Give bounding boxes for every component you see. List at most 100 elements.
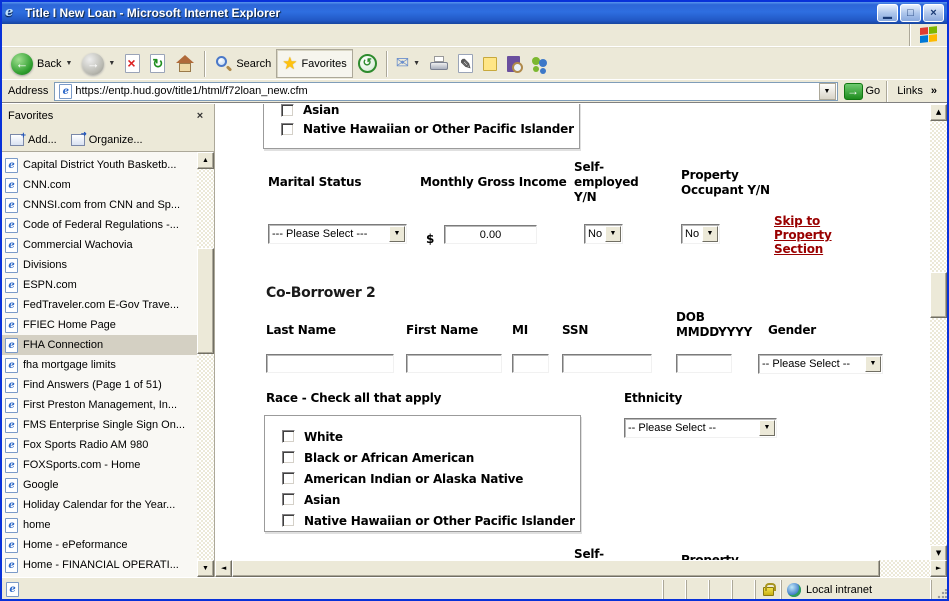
address-url[interactable]: https://entp.hud.gov/title1/html/f72loan…	[75, 85, 818, 97]
favorite-link[interactable]: e First Preston Management, In...	[2, 395, 197, 415]
address-dropdown-icon[interactable]: ▼	[819, 83, 836, 100]
race-checkbox[interactable]	[282, 472, 295, 485]
minimize-button[interactable]: ▁	[877, 4, 898, 22]
race-option-row: Asian	[281, 104, 339, 117]
ssn-input[interactable]	[562, 354, 652, 373]
favorite-link[interactable]: e fha mortgage limits	[2, 355, 197, 375]
race-checkbox[interactable]	[282, 493, 295, 506]
maximize-button[interactable]: □	[900, 4, 921, 22]
messenger-button[interactable]	[525, 49, 555, 78]
last-name-input[interactable]	[266, 354, 394, 373]
select-dropdown-icon[interactable]: ▼	[865, 356, 881, 372]
links-label: Links	[897, 85, 923, 97]
favorite-link[interactable]: e Code of Federal Regulations -...	[2, 215, 197, 235]
favorite-link[interactable]: e FFIEC Home Page	[2, 315, 197, 335]
favorite-link[interactable]: e FMS Enterprise Single Sign On...	[2, 415, 197, 435]
back-dropdown-icon[interactable]: ▼	[65, 60, 72, 67]
menu-item[interactable]	[20, 32, 36, 38]
title-bar[interactable]: e Title I New Loan - Microsoft Internet …	[2, 2, 947, 24]
address-input[interactable]: e https://entp.hud.gov/title1/html/f72lo…	[54, 82, 837, 101]
favorite-label: Fox Sports Radio AM 980	[23, 439, 148, 451]
home-button[interactable]	[170, 49, 200, 78]
race-checkbox[interactable]	[282, 451, 295, 464]
gender-select[interactable]: -- Please Select --▼	[758, 354, 883, 374]
search-button[interactable]: Search	[209, 49, 276, 78]
favorite-link[interactable]: e FedTraveler.com E-Gov Trave...	[2, 295, 197, 315]
race-checkbox[interactable]	[281, 123, 294, 136]
favorite-link[interactable]: e Commercial Wachovia	[2, 235, 197, 255]
favorite-link[interactable]: e FOXSports.com - Home	[2, 455, 197, 475]
research-button[interactable]	[502, 49, 525, 78]
select-dropdown-icon[interactable]: ▼	[759, 420, 775, 436]
refresh-button[interactable]: ↻	[145, 49, 170, 78]
favorite-link[interactable]: e Google	[2, 475, 197, 495]
menu-item[interactable]	[84, 32, 100, 38]
favorites-button[interactable]: ★ Favorites	[276, 49, 353, 78]
favorite-page-icon: e	[5, 358, 18, 373]
history-button[interactable]: ↺	[353, 49, 382, 78]
monthly-income-input[interactable]	[444, 225, 537, 244]
select-dropdown-icon[interactable]: ▼	[702, 226, 718, 242]
favorite-link[interactable]: e Find Answers (Page 1 of 51)	[2, 375, 197, 395]
close-button[interactable]: ×	[923, 4, 944, 22]
self-employed-select[interactable]: No▼	[584, 224, 623, 244]
mi-input[interactable]	[512, 354, 549, 373]
marital-status-select[interactable]: --- Please Select ---▼	[268, 224, 407, 244]
links-toolbar[interactable]: Links »	[886, 81, 945, 102]
resize-grip[interactable]	[932, 580, 947, 599]
favorite-link[interactable]: e CNNSI.com from CNN and Sp...	[2, 195, 197, 215]
ethnicity-select[interactable]: -- Please Select --▼	[624, 418, 777, 438]
favorite-link[interactable]: e Fox Sports Radio AM 980	[2, 435, 197, 455]
favorite-link[interactable]: e CNN.com	[2, 175, 197, 195]
favorites-body: e Capital District Youth Basketb... e CN…	[2, 152, 214, 577]
race-checkbox[interactable]	[282, 514, 295, 527]
favorite-link[interactable]: e ESPN.com	[2, 275, 197, 295]
favorite-link[interactable]: e Home - ePeformance	[2, 535, 197, 555]
favorite-label: Find Answers (Page 1 of 51)	[23, 379, 162, 391]
scroll-left-icon[interactable]: ◄	[215, 560, 232, 577]
content-scrollbar-thumb[interactable]	[930, 272, 947, 318]
favorites-close-icon[interactable]: ×	[192, 109, 208, 124]
forward-dropdown-icon[interactable]: ▼	[108, 60, 115, 67]
chevron-icon[interactable]: »	[931, 85, 937, 97]
mail-dropdown-icon[interactable]: ▼	[413, 60, 420, 67]
skip-to-property-link[interactable]: Skip to Property Section	[774, 214, 836, 256]
menu-item[interactable]	[4, 32, 20, 38]
scroll-down-icon[interactable]: ▼	[197, 560, 214, 577]
print-button[interactable]	[425, 49, 453, 78]
content-vertical-scrollbar[interactable]: ▲ ▼	[930, 104, 947, 562]
first-name-input[interactable]	[406, 354, 502, 373]
race-checkbox[interactable]	[281, 104, 294, 117]
menu-item[interactable]	[68, 32, 84, 38]
content-horizontal-scrollbar[interactable]: ◄ ►	[215, 560, 947, 577]
add-favorite-button[interactable]: Add...	[10, 134, 57, 146]
stop-button[interactable]: ×	[120, 49, 145, 78]
favorites-scrollbar-thumb[interactable]	[197, 248, 214, 354]
favorites-scrollbar[interactable]: ▲ ▼	[197, 152, 214, 577]
forward-button[interactable]: → ▼	[77, 49, 120, 78]
scroll-up-icon[interactable]: ▲	[930, 104, 947, 121]
select-dropdown-icon[interactable]: ▼	[389, 226, 405, 242]
organize-favorites-button[interactable]: Organize...	[71, 134, 143, 146]
favorite-link[interactable]: e Holiday Calendar for the Year...	[2, 495, 197, 515]
favorite-link[interactable]: e Home - FINANCIAL OPERATI...	[2, 555, 197, 575]
favorite-link[interactable]: e Divisions	[2, 255, 197, 275]
favorite-link[interactable]: e Capital District Youth Basketb...	[2, 155, 197, 175]
scroll-right-icon[interactable]: ►	[930, 560, 947, 577]
go-button[interactable]: → Go	[838, 83, 887, 100]
favorite-page-icon: e	[5, 298, 18, 313]
favorite-link[interactable]: e home	[2, 515, 197, 535]
menu-item[interactable]	[36, 32, 52, 38]
back-button[interactable]: ← Back ▼	[6, 49, 77, 78]
mail-button[interactable]: ✉ ▼	[391, 49, 425, 78]
property-occupant-select[interactable]: No▼	[681, 224, 720, 244]
content-hscrollbar-thumb[interactable]	[232, 560, 880, 577]
scroll-up-icon[interactable]: ▲	[197, 152, 214, 169]
race-checkbox[interactable]	[282, 430, 295, 443]
discuss-button[interactable]	[478, 49, 502, 78]
menu-item[interactable]	[52, 32, 68, 38]
favorite-link[interactable]: e FHA Connection	[2, 335, 197, 355]
select-dropdown-icon[interactable]: ▼	[605, 226, 621, 242]
edit-button[interactable]: ✎	[453, 49, 478, 78]
dob-input[interactable]	[676, 354, 732, 373]
